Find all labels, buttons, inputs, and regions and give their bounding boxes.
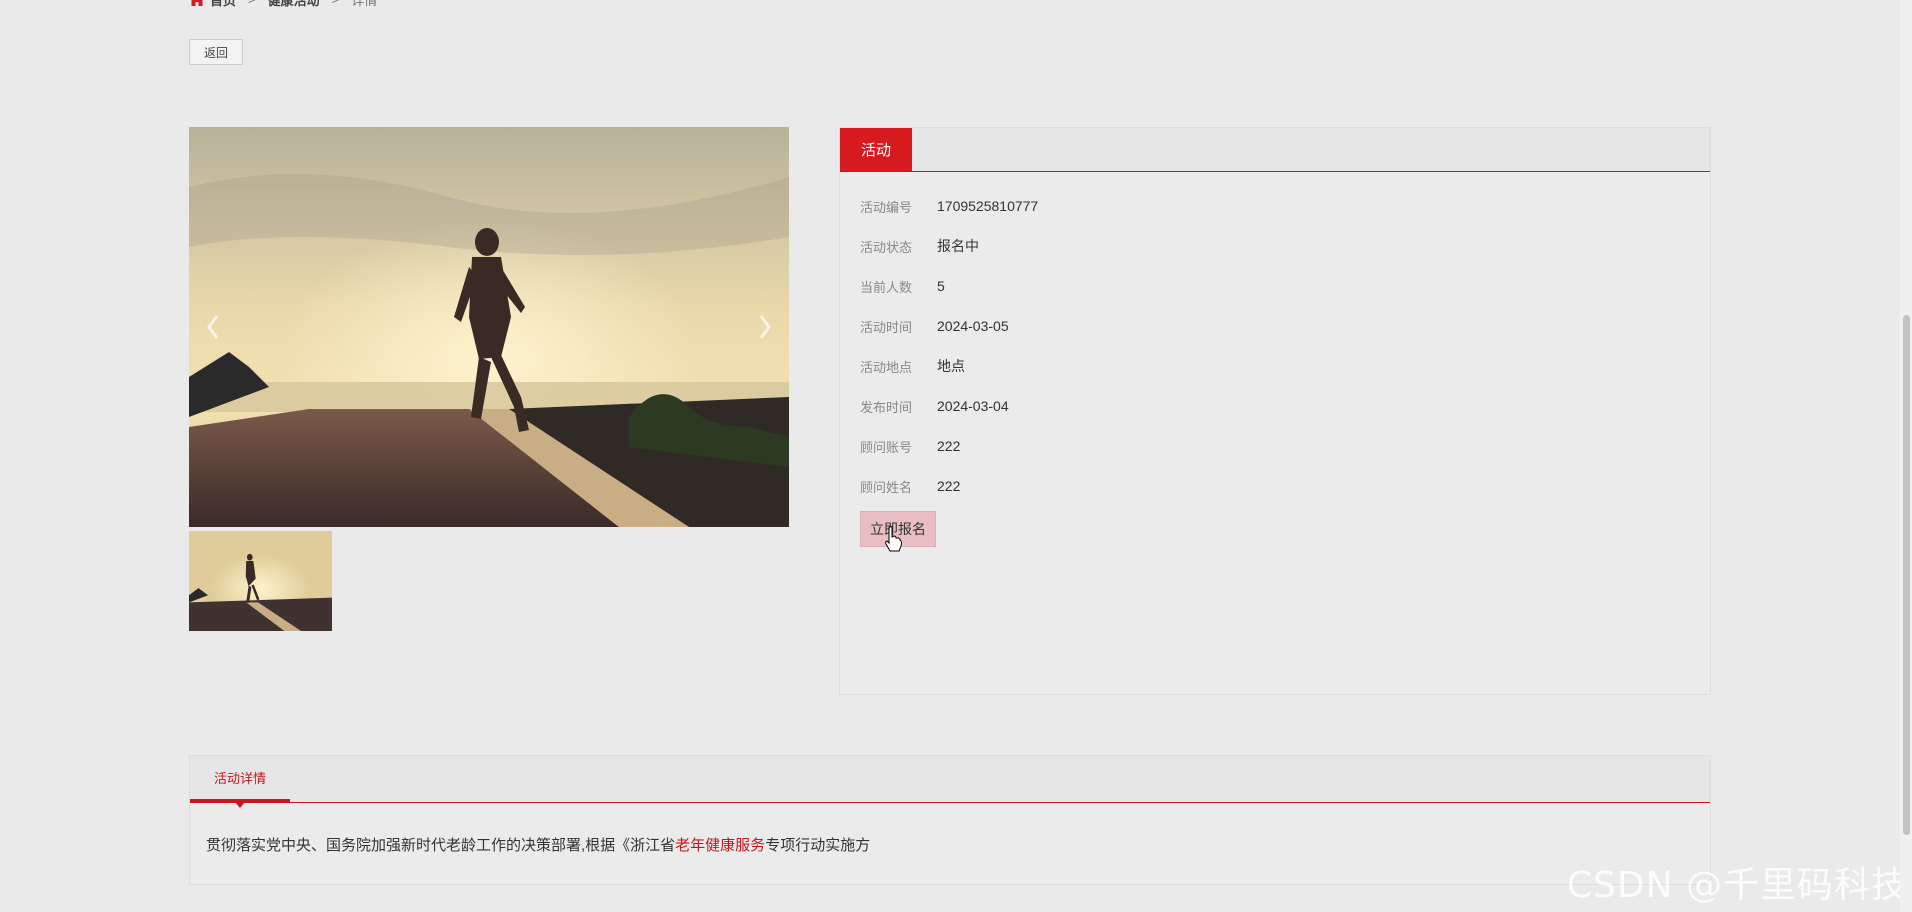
activity-detail-panel: 活动详情 贯彻落实党中央、国务院加强新时代老龄工作的决策部署,根据《浙江省老年健… xyxy=(189,755,1711,885)
scrollbar-thumb[interactable] xyxy=(1903,315,1910,835)
detail-text-start: 贯彻落实党中央、国务院加强新时代老龄工作的决策部署,根据《浙江省 xyxy=(206,837,676,854)
breadcrumb-current: 详情 xyxy=(351,0,378,8)
tab-label: 活动详情 xyxy=(213,771,266,786)
tab-activity-detail[interactable]: 活动详情 xyxy=(190,756,290,808)
tab-activity[interactable]: 活动 xyxy=(840,128,912,171)
main-photo xyxy=(189,127,789,527)
info-value: 1709525810777 xyxy=(937,198,1039,214)
carousel-prev-icon[interactable] xyxy=(201,310,225,344)
watermark: CSDN @千里码科技 xyxy=(1566,865,1908,906)
breadcrumb-separator: > xyxy=(248,0,256,7)
detail-text-highlight: 老年健康服务 xyxy=(675,837,766,854)
panel-header: 活动 xyxy=(840,128,1710,172)
info-row-advisor-account: 顾问账号 222 xyxy=(860,426,1038,466)
info-value: 2024-03-05 xyxy=(937,318,1009,334)
scrollbar[interactable] xyxy=(1900,0,1912,912)
info-value: 地点 xyxy=(937,358,965,374)
info-row-location: 活动地点 地点 xyxy=(860,346,1038,386)
runner-sunset-thumbnail xyxy=(189,531,332,631)
carousel-next-icon[interactable] xyxy=(753,310,777,344)
info-label: 当前人数 xyxy=(860,279,913,295)
info-label: 活动地点 xyxy=(860,359,913,375)
info-value: 5 xyxy=(937,278,945,294)
detail-description: 贯彻落实党中央、国务院加强新时代老龄工作的决策部署,根据《浙江省老年健康服务专项… xyxy=(206,834,870,855)
info-label: 顾问姓名 xyxy=(860,479,913,495)
info-row-advisor-name: 顾问姓名 222 xyxy=(860,466,1038,506)
info-row-date: 活动时间 2024-03-05 xyxy=(860,306,1038,346)
hand-cursor-icon xyxy=(885,526,902,552)
breadcrumb: 首页 > 健康活动 > 详情 xyxy=(189,0,377,9)
info-row-count: 当前人数 5 xyxy=(860,266,1038,306)
thumbnail[interactable] xyxy=(189,531,332,631)
detail-header: 活动详情 xyxy=(190,756,1710,808)
info-label: 顾问账号 xyxy=(860,439,913,455)
runner-sunset-photo xyxy=(189,127,789,527)
info-row-publish-date: 发布时间 2024-03-04 xyxy=(860,386,1038,426)
info-value: 报名中 xyxy=(937,238,979,254)
activity-info-panel: 活动 活动编号 1709525810777 活动状态 报名中 当前人数 5 活动… xyxy=(839,127,1711,695)
info-label: 发布时间 xyxy=(860,399,913,415)
detail-text-end: 专项行动实施方 xyxy=(765,837,871,854)
breadcrumb-health-activities[interactable]: 健康活动 xyxy=(268,0,320,9)
info-label: 活动时间 xyxy=(860,319,913,335)
info-label: 活动状态 xyxy=(860,239,913,255)
breadcrumb-home[interactable]: 首页 xyxy=(210,0,236,9)
info-label: 活动编号 xyxy=(860,199,913,215)
info-row-status: 活动状态 报名中 xyxy=(860,226,1038,266)
info-value: 222 xyxy=(937,478,961,494)
info-value: 222 xyxy=(937,438,961,454)
home-icon[interactable] xyxy=(189,0,205,6)
caret-down-icon xyxy=(235,802,245,808)
info-row-id: 活动编号 1709525810777 xyxy=(860,186,1038,226)
info-value: 2024-03-04 xyxy=(937,398,1009,414)
back-button[interactable]: 返回 xyxy=(189,39,243,65)
info-list: 活动编号 1709525810777 活动状态 报名中 当前人数 5 活动时间 … xyxy=(860,186,1038,506)
breadcrumb-separator: > xyxy=(332,0,340,7)
